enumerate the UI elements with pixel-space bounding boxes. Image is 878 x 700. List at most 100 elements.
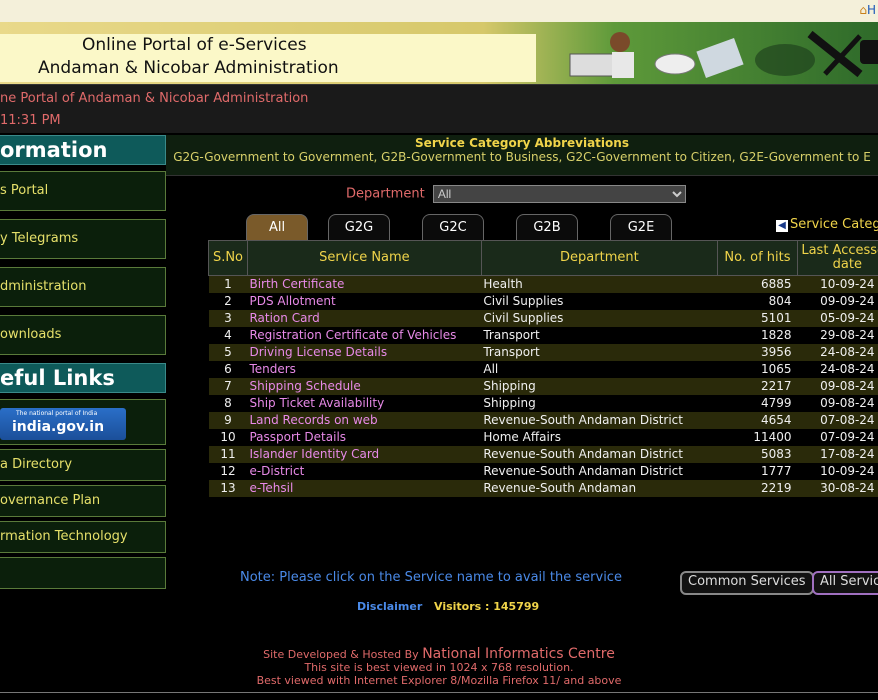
row-department: Transport [481, 344, 718, 361]
row-hits: 5083 [717, 446, 798, 463]
row-sno: 7 [208, 378, 248, 395]
row-sno: 11 [208, 446, 248, 463]
table-row: 11 Islander Identity Card Revenue-South An… [208, 446, 878, 463]
site-title-line1: Online Portal of e-Services [82, 35, 307, 55]
service-name-link[interactable]: Shipping Schedule [247, 378, 482, 395]
col-last-accessed: Last Accessed date [797, 240, 878, 276]
tab-g2g[interactable]: G2G [328, 214, 390, 241]
service-name-link[interactable]: PDS Allotment [247, 293, 482, 310]
row-department: Revenue-South Andaman District [481, 446, 718, 463]
sidebar-item-telegrams[interactable]: y Telegrams [0, 219, 166, 259]
footer-divider [0, 692, 878, 693]
row-last-accessed: 09-08-24 [797, 378, 878, 395]
row-hits: 1777 [717, 463, 798, 480]
table-row: 12 e-District Revenue-South Andaman Distri… [208, 463, 878, 480]
table-row: 3Ration CardCivil Supplies510105-09-24O [208, 310, 878, 327]
sidebar: ormation s Portal y Telegrams dministrat… [0, 135, 166, 593]
row-hits: 11400 [717, 429, 798, 446]
service-name-link[interactable]: Birth Certificate [247, 275, 482, 293]
sidebar-item-governance-plan[interactable]: overnance Plan [0, 485, 166, 517]
disclaimer-link[interactable]: Disclaimer [357, 600, 422, 613]
department-label: Department [346, 186, 425, 202]
arrow-left-icon: ◀ [776, 220, 788, 232]
row-sno: 9 [208, 412, 248, 429]
row-department: Shipping [481, 395, 718, 412]
row-hits: 2217 [717, 378, 798, 395]
row-hits: 5101 [717, 310, 798, 327]
row-department: Revenue-South Andaman District [481, 463, 718, 480]
tab-g2b[interactable]: G2B [516, 214, 578, 241]
service-name-link[interactable]: Ship Ticket Availability [247, 395, 482, 412]
visitor-counter: Visitors : 145799 [434, 600, 540, 613]
abbreviations-panel: Service Category Abbreviations G2G-Gover… [166, 135, 878, 176]
sidebar-item-administration[interactable]: dministration [0, 267, 166, 307]
row-sno: 2 [208, 293, 248, 310]
row-hits: 6885 [717, 275, 798, 293]
sidebar-item-empty[interactable] [0, 557, 166, 589]
tab-all[interactable]: All [246, 214, 308, 241]
tab-g2e[interactable]: G2E [610, 214, 672, 241]
service-name-link[interactable]: e-District [247, 463, 482, 480]
abbreviations-text: G2G-Government to Government, G2B-Govern… [173, 150, 871, 164]
site-footer: Site Developed & Hosted By National Info… [0, 646, 878, 687]
service-name-link[interactable]: Ration Card [247, 310, 482, 327]
col-hits: No. of hits [716, 240, 799, 276]
sidebar-heading-useful-links: eful Links [0, 363, 166, 393]
site-banner: Online Portal of e-Services Andaman & Ni… [0, 22, 878, 84]
service-name-link[interactable]: Driving License Details [247, 344, 482, 361]
sidebar-item-information-technology[interactable]: rmation Technology [0, 521, 166, 553]
common-services-button[interactable]: Common Services [680, 571, 814, 595]
service-category-link[interactable]: ◀ Service Categ [776, 217, 878, 232]
services-table-container[interactable]: S.No Service Name Department No. of hits… [208, 240, 878, 558]
footer-resolution-note: This site is best viewed in 1024 x 768 r… [304, 661, 574, 674]
table-row: 10 Passport Details Home Affairs 11400 07-09… [208, 429, 878, 446]
service-name-link[interactable]: Passport Details [247, 429, 482, 446]
row-sno: 1 [208, 275, 248, 293]
row-hits: 3956 [717, 344, 798, 361]
col-sno: S.No [208, 240, 248, 276]
row-department: Home Affairs [481, 429, 718, 446]
service-name-link[interactable]: Islander Identity Card [247, 446, 482, 463]
home-link[interactable]: ⌂H [859, 3, 876, 17]
banner-button[interactable] [860, 40, 878, 64]
category-tabs: All G2G G2C G2B G2E [166, 214, 878, 241]
service-name-link[interactable]: e-Tehsil [247, 480, 482, 497]
department-select[interactable]: All [432, 185, 686, 203]
row-sno: 10 [208, 429, 248, 446]
table-row: 13 e-Tehsil Revenue-South Andaman 2219 30-08… [208, 480, 878, 497]
sidebar-item-portal[interactable]: s Portal [0, 171, 166, 211]
row-sno: 3 [208, 310, 248, 327]
row-last-accessed: 10-09-24 [797, 463, 878, 480]
sidebar-item-downloads[interactable]: ownloads [0, 315, 166, 355]
table-row: 4 Registration Certificate of Vehicles Tra… [208, 327, 878, 344]
row-sno: 13 [208, 480, 248, 497]
department-filter: Department All [346, 185, 686, 203]
row-hits: 1828 [717, 327, 798, 344]
table-row: 9 Land Records on web Revenue-South Andama… [208, 412, 878, 429]
service-name-link[interactable]: Registration Certificate of Vehicles [247, 327, 482, 344]
india-gov-link[interactable]: The national portal of India india.gov.i… [0, 399, 166, 445]
row-last-accessed: 24-08-24 [797, 361, 878, 378]
sidebar-item-directory[interactable]: a Directory [0, 449, 166, 481]
row-hits: 4654 [717, 412, 798, 429]
row-last-accessed: 24-08-24 [797, 344, 878, 361]
row-hits: 804 [717, 293, 798, 310]
table-row: 1Birth CertificateHealth688510-09-24O [208, 275, 878, 293]
top-strip: ⌂H [0, 0, 878, 22]
service-name-link[interactable]: Tenders [247, 361, 482, 378]
tab-g2c[interactable]: G2C [422, 214, 484, 241]
row-sno: 8 [208, 395, 248, 412]
nic-link[interactable]: National Informatics Centre [422, 646, 615, 662]
row-department: Civil Supplies [481, 293, 718, 310]
service-note: Note: Please click on the Service name t… [240, 570, 622, 585]
row-sno: 4 [208, 327, 248, 344]
service-name-link[interactable]: Land Records on web [247, 412, 482, 429]
india-gov-logo: The national portal of India india.gov.i… [0, 408, 126, 440]
row-department: Health [481, 275, 718, 293]
row-department: Revenue-South Andaman District [481, 412, 718, 429]
all-services-button[interactable]: All Servic [812, 571, 878, 595]
table-row: 6TendersAll106524-08-24O [208, 361, 878, 378]
row-last-accessed: 07-08-24 [797, 412, 878, 429]
col-service-name: Service Name [246, 240, 482, 276]
row-hits: 1065 [717, 361, 798, 378]
